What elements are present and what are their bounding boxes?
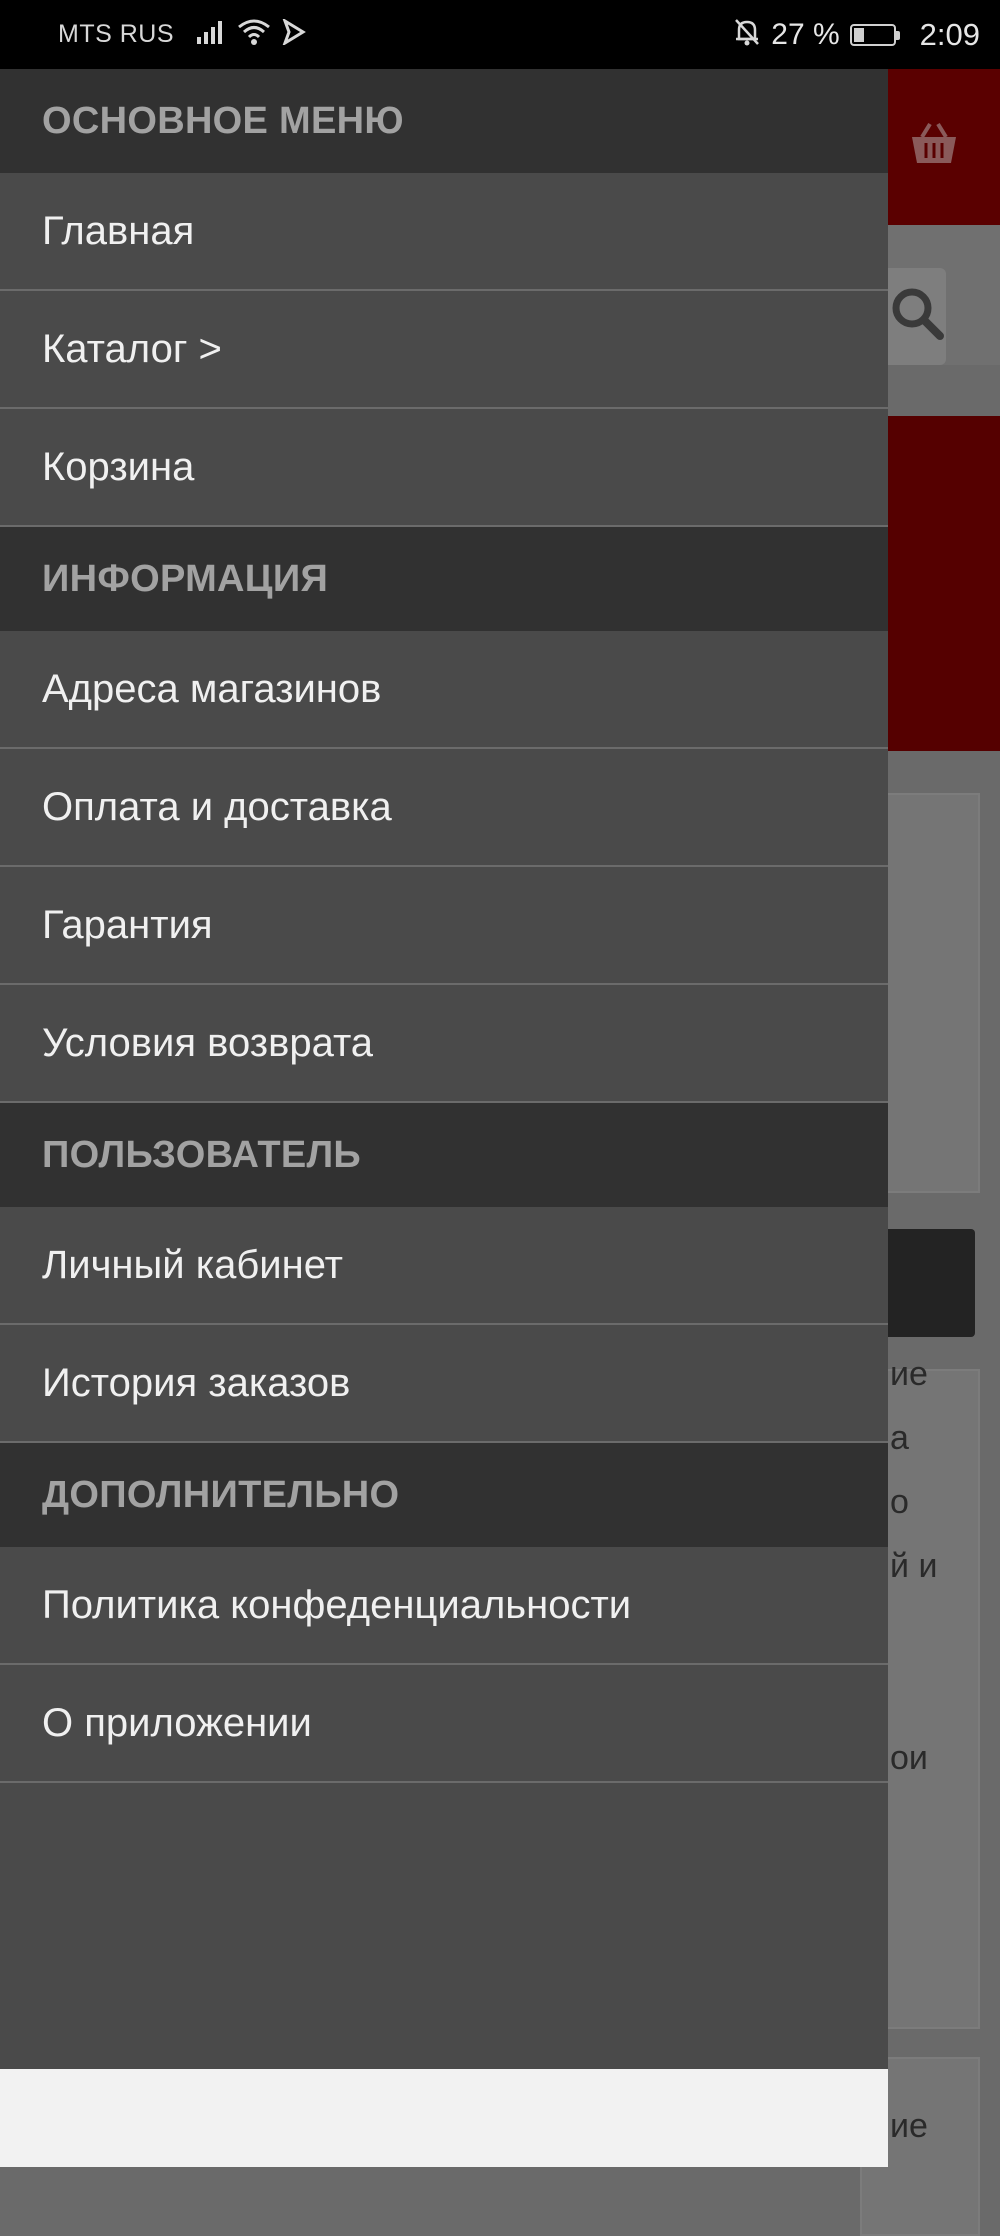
menu-item-label: Корзина bbox=[42, 444, 195, 489]
menu-item-label: Адреса магазинов bbox=[42, 666, 382, 711]
menu-item-label: Условия возврата bbox=[42, 1020, 374, 1065]
signal-icon bbox=[196, 19, 226, 50]
navigation-drawer: ОСНОВНОЕ МЕНЮ Главная Каталог > Корзина … bbox=[0, 69, 888, 2069]
battery-level-fill bbox=[853, 27, 864, 42]
basket-icon[interactable] bbox=[908, 121, 960, 172]
menu-item-store-addresses[interactable]: Адреса магазинов bbox=[0, 631, 888, 749]
bell-off-icon bbox=[733, 17, 761, 52]
status-bar: MTS RUS 27 % 2:09 bbox=[0, 0, 1000, 69]
drawer-footer bbox=[0, 2069, 888, 2167]
menu-item-cart[interactable]: Корзина bbox=[0, 409, 888, 527]
background-text: а bbox=[890, 1419, 909, 1457]
menu-item-label: Гарантия bbox=[42, 902, 213, 947]
menu-item-privacy-policy[interactable]: Политика конфеденциальности bbox=[0, 1547, 888, 1665]
menu-item-label: История заказов bbox=[42, 1360, 351, 1405]
background-text: о bbox=[890, 1483, 909, 1521]
background-text: ие bbox=[890, 1355, 928, 1393]
send-icon bbox=[282, 17, 306, 50]
menu-item-return-policy[interactable]: Условия возврата bbox=[0, 985, 888, 1103]
section-header-main-menu: ОСНОВНОЕ МЕНЮ bbox=[0, 69, 888, 173]
menu-item-payment-delivery[interactable]: Оплата и доставка bbox=[0, 749, 888, 867]
section-header-information: ИНФОРМАЦИЯ bbox=[0, 527, 888, 631]
section-header-user: ПОЛЬЗОВАТЕЛЬ bbox=[0, 1103, 888, 1207]
menu-item-catalog[interactable]: Каталог > bbox=[0, 291, 888, 409]
battery-percent: 27 % bbox=[771, 17, 840, 51]
clock: 2:09 bbox=[919, 16, 980, 52]
menu-item-about-app[interactable]: О приложении bbox=[0, 1665, 888, 1783]
menu-item-label: Политика конфеденциальности bbox=[42, 1582, 632, 1627]
menu-item-label: Главная bbox=[42, 208, 195, 253]
carrier-name: MTS RUS bbox=[58, 20, 174, 48]
wifi-icon bbox=[236, 18, 272, 51]
section-title: ДОПОЛНИТЕЛЬНО bbox=[42, 1473, 400, 1516]
menu-item-warranty[interactable]: Гарантия bbox=[0, 867, 888, 985]
menu-item-label: Оплата и доставка bbox=[42, 784, 392, 829]
section-title: ИНФОРМАЦИЯ bbox=[42, 557, 329, 600]
menu-item-label: О приложении bbox=[42, 1700, 312, 1745]
search-icon bbox=[888, 284, 948, 349]
background-text: ие bbox=[890, 2107, 928, 2145]
background-text: й и bbox=[890, 1547, 938, 1585]
menu-item-label: Личный кабинет bbox=[42, 1242, 343, 1287]
menu-item-account[interactable]: Личный кабинет bbox=[0, 1207, 888, 1325]
menu-item-home[interactable]: Главная bbox=[0, 173, 888, 291]
menu-item-order-history[interactable]: История заказов bbox=[0, 1325, 888, 1443]
section-title: ПОЛЬЗОВАТЕЛЬ bbox=[42, 1133, 362, 1176]
background-text: ои bbox=[890, 1739, 928, 1777]
section-title: ОСНОВНОЕ МЕНЮ bbox=[42, 99, 404, 142]
section-header-additional: ДОПОЛНИТЕЛЬНО bbox=[0, 1443, 888, 1547]
battery-icon bbox=[849, 23, 900, 46]
menu-item-label: Каталог > bbox=[42, 326, 222, 371]
